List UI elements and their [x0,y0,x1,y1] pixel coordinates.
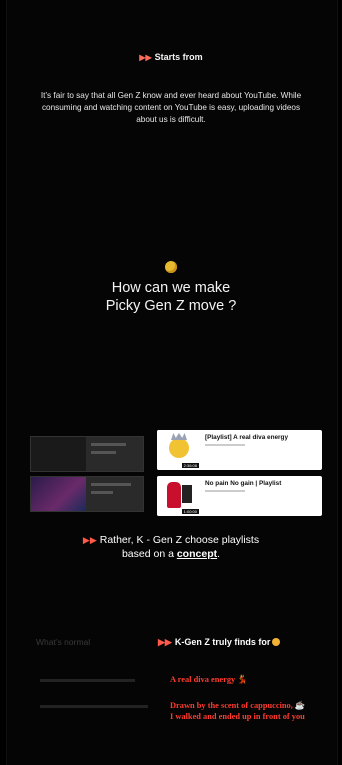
card-title[interactable]: No pain No gain | Playlist [205,480,281,487]
rather-statement: ▶▶ Rather, K - Gen Z choose playlists bas… [82,534,260,560]
question-line-1: How can we make [111,280,231,296]
thumbnail-normal-2[interactable] [30,476,144,512]
double-arrow-icon: ▶▶ [139,53,152,62]
kgenz-header: ▶▶ K-Gen Z truly finds for [158,637,281,648]
normal-row-2-bar [40,705,148,708]
thinking-emoji-icon [0,260,342,278]
thumbnail-normal-1[interactable] [30,436,144,472]
nopain-thumbnail: 1:00:00 [157,476,201,516]
playlist-card-diva[interactable]: 2:36:08 [Playlist] A real diva energy [157,430,322,470]
kgenz-header-label: K-Gen Z truly finds for [174,637,271,647]
card-meta-bar [205,444,245,446]
double-arrow-icon: ▶▶ [82,535,97,545]
kgenz-row-1: A real diva energy 💃 [170,675,248,684]
card-meta-bar [205,490,245,492]
normal-thumbnails [30,436,144,518]
question-heading: How can we make Picky Gen Z move ? [0,279,342,315]
kicker-label: Starts from [154,52,203,62]
normal-header: What’s normal [36,637,91,647]
rather-line-1: Rather, K - Gen Z choose playlists [99,534,260,546]
kgenz-row-2a: Drawn by the scent of cappuccino, ☕ [170,701,306,710]
rather-line-2-prefix: based on a [121,548,177,560]
question-line-2: Picky Gen Z move ? [105,298,237,314]
smile-emoji-icon [272,638,281,646]
kgenz-row-2b: I walked and ended up in front of you [170,712,305,721]
playlist-card-nopain[interactable]: 1:00:00 No pain No gain | Playlist [157,476,322,516]
section-kicker: ▶▶ Starts from [0,52,342,62]
normal-row-1-bar [40,679,135,682]
concept-link: concept [176,548,218,560]
card-title[interactable]: [Playlist] A real diva energy [205,434,288,441]
intro-paragraph: It’s fair to say that all Gen Z know and… [40,91,302,124]
double-arrow-icon: ▶▶ [158,637,172,647]
diva-thumbnail: 2:36:08 [157,430,201,470]
